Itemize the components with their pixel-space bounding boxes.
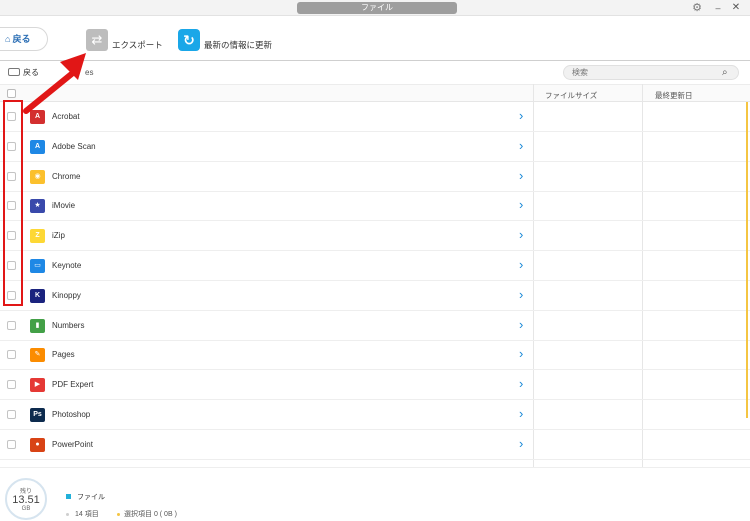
row-checkbox[interactable] (7, 350, 16, 360)
chevron-right-icon[interactable]: › (519, 138, 523, 153)
file-name: Chrome (52, 171, 81, 181)
photoshop-icon: Ps (30, 408, 45, 422)
legend-files: ファイル (66, 492, 105, 502)
table-header: ファイルサイズ 最終更新日 (0, 84, 750, 102)
kinoppy-icon: K (30, 288, 45, 303)
table-row[interactable]: Ps Photoshop › (0, 400, 750, 430)
item-count: 14 項目 (66, 509, 99, 519)
search-input[interactable] (563, 65, 739, 80)
item-count-label: 14 項目 (75, 511, 99, 518)
table-row[interactable]: ▶ PDF Expert › (0, 370, 750, 401)
file-name: Numbers (52, 320, 85, 330)
pdf-expert-icon: ▶ (30, 378, 45, 393)
legend-files-label: ファイル (77, 494, 105, 501)
acrobat-icon: A (30, 110, 45, 124)
files-legend-swatch (66, 494, 71, 499)
back-button-label: 戻る (12, 34, 31, 44)
close-icon[interactable]: ✕ (731, 2, 741, 14)
count-dot (66, 512, 69, 516)
toolbar: ⌂ 戻る ⇄ エクスポート ↻ 最新の情報に更新 (0, 17, 750, 61)
column-header-size[interactable]: ファイルサイズ (545, 90, 597, 101)
chevron-right-icon[interactable]: › (519, 287, 523, 302)
back-link[interactable]: 戻る (8, 67, 39, 78)
file-name: Pages (52, 350, 75, 360)
row-checkbox[interactable] (7, 439, 16, 449)
chevron-right-icon[interactable]: › (519, 407, 523, 421)
chevron-right-icon[interactable]: › (519, 228, 523, 242)
selected-count: 選択項目 0 ( 0B ) (117, 509, 177, 519)
chevron-right-icon[interactable]: › (519, 436, 523, 451)
selected-dot (117, 512, 120, 516)
file-name: Adobe Scan (52, 141, 96, 151)
export-label: エクスポート (112, 40, 163, 50)
storage-value: 13.51 (12, 494, 40, 506)
file-name: Photoshop (52, 410, 91, 419)
table-row[interactable]: ▮ Numbers › (0, 311, 750, 341)
select-all-checkbox[interactable] (7, 89, 16, 98)
export-icon: ⇄ (86, 29, 108, 51)
row-checkbox[interactable] (7, 320, 16, 330)
file-name: PowerPoint (52, 439, 93, 449)
column-header-modified[interactable]: 最終更新日 (655, 90, 693, 101)
table-row[interactable]: ✎ Pages › (0, 340, 750, 371)
table-row[interactable]: ▭ Keynote › (0, 251, 750, 281)
storage-unit: GB (21, 506, 31, 512)
chevron-right-icon[interactable]: › (519, 168, 523, 183)
search-icon[interactable]: ⌕ (722, 67, 733, 78)
minimize-icon[interactable]: – (713, 2, 723, 14)
device-icon (8, 67, 20, 76)
chevron-right-icon[interactable]: › (519, 377, 523, 391)
table-row[interactable]: ◉ Chrome › (0, 162, 750, 192)
back-button[interactable]: ⌂ 戻る (0, 27, 48, 51)
navigation-bar: 戻る es ⌕ (0, 62, 750, 84)
breadcrumb: es (85, 68, 94, 77)
numbers-icon: ▮ (30, 318, 45, 333)
storage-gauge: 残り 13.51 GB (5, 478, 47, 520)
back-link-label: 戻る (23, 68, 39, 77)
scroll-accent (746, 102, 748, 418)
status-footer: 残り 13.51 GB ファイル 14 項目 選択項目 0 ( 0B ) (0, 467, 750, 521)
file-name: Kinoppy (52, 290, 81, 300)
table-row[interactable]: ★ iMovie › (0, 191, 750, 222)
table-row[interactable]: A Adobe Scan › (0, 132, 750, 162)
refresh-label: 最新の情報に更新 (204, 40, 273, 50)
refresh-icon: ↻ (178, 29, 200, 51)
powerpoint-icon: ● (30, 437, 45, 452)
chevron-right-icon[interactable]: › (519, 198, 523, 212)
file-name: Acrobat (52, 112, 80, 121)
row-checkbox[interactable] (7, 380, 16, 390)
keynote-icon: ▭ (30, 259, 45, 273)
table-row[interactable]: ZiZip › (0, 221, 750, 252)
selected-count-label: 選択項目 0 ( 0B ) (124, 511, 177, 518)
gear-icon[interactable]: ⚙ (691, 2, 703, 14)
adobe-scan-icon: A (30, 139, 45, 154)
imovie-icon: ★ (30, 199, 45, 214)
home-icon: ⌂ (5, 34, 11, 44)
table-row[interactable]: ● PowerPoint › (0, 430, 750, 460)
row-checkbox[interactable] (7, 410, 16, 419)
chevron-right-icon[interactable]: › (519, 347, 523, 361)
table-row[interactable]: K Kinoppy › (0, 281, 750, 311)
izip-icon: Z (30, 229, 45, 244)
window-title: ファイル (297, 2, 457, 14)
chrome-icon: ◉ (30, 169, 45, 184)
file-name: Keynote (52, 261, 82, 270)
file-name: iMovie (52, 201, 76, 211)
chevron-right-icon[interactable]: › (519, 258, 523, 272)
title-bar: ファイル ⚙ – ✕ (0, 0, 750, 16)
file-name: iZip (52, 231, 65, 241)
chevron-right-icon[interactable]: › (519, 109, 523, 123)
table-row[interactable]: A Acrobat › (0, 102, 750, 132)
file-name: PDF Expert (52, 380, 94, 390)
pages-icon: ✎ (30, 348, 45, 363)
annotation-highlight-box (3, 100, 23, 306)
chevron-right-icon[interactable]: › (519, 317, 523, 332)
